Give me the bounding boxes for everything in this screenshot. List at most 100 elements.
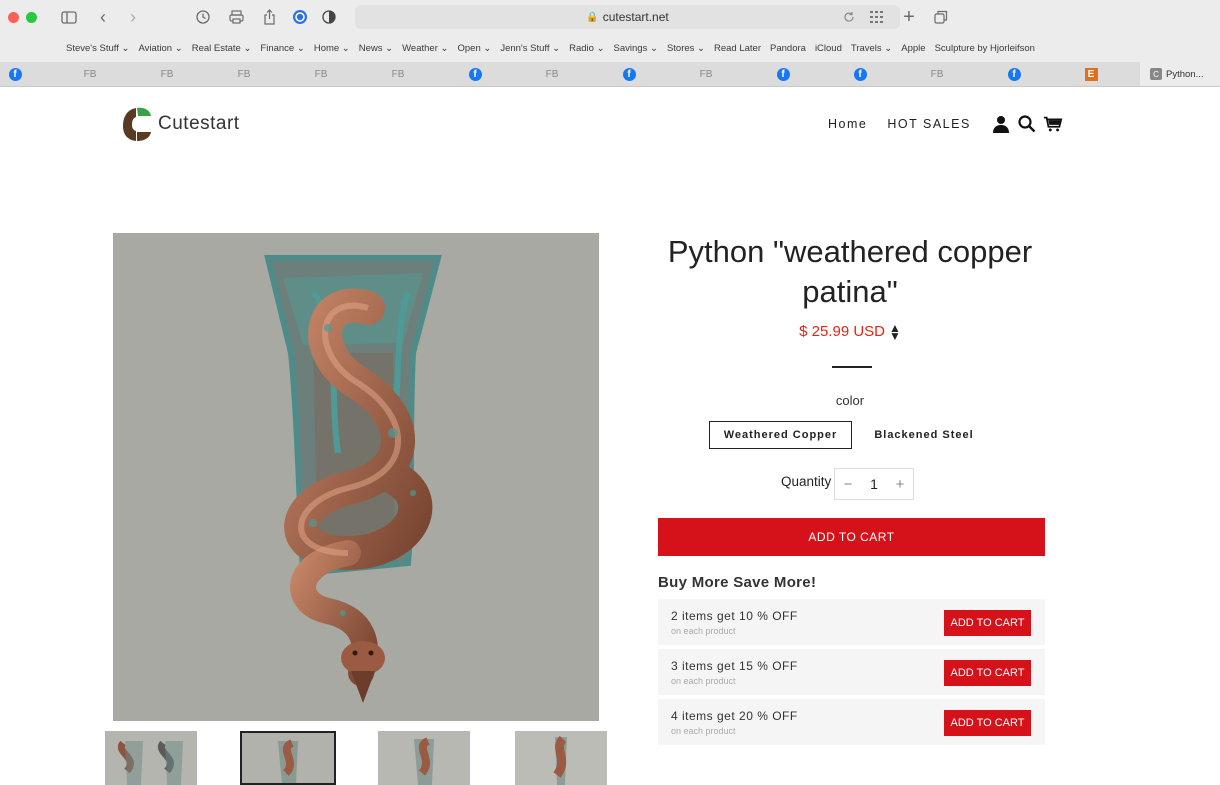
- sidebar-icon[interactable]: [58, 6, 80, 28]
- site-nav: Home HOT SALES: [828, 114, 1069, 134]
- bundle-tier-subtitle: on each product: [671, 626, 736, 636]
- tab-facebook[interactable]: f: [0, 62, 30, 86]
- tab-fb[interactable]: FB: [522, 62, 582, 86]
- bookmark-real-estate[interactable]: Real Estate ⌄: [192, 43, 252, 54]
- reload-icon[interactable]: [838, 6, 860, 28]
- tab-fb[interactable]: FB: [60, 62, 120, 86]
- bundle-add-to-cart-button[interactable]: ADD TO CART: [944, 710, 1031, 736]
- currency-toggle-icon: ▲ ▼: [889, 320, 901, 343]
- facebook-icon: f: [853, 67, 867, 81]
- quantity-decrease-button[interactable]: −: [835, 476, 861, 493]
- nav-home[interactable]: Home: [828, 117, 867, 131]
- back-icon[interactable]: ‹: [92, 6, 114, 28]
- bundle-tier-title: 3 items get 15 % OFF: [671, 659, 798, 673]
- quantity-increase-button[interactable]: +: [887, 476, 913, 493]
- product-thumbnail[interactable]: [515, 731, 607, 785]
- product-thumbnail-selected[interactable]: [240, 731, 336, 785]
- tab-active-label: Python...: [1166, 68, 1204, 80]
- tab-fb[interactable]: FB: [676, 62, 736, 86]
- address-bar[interactable]: 🔒 cutestart.net: [355, 5, 900, 29]
- bookmark-pandora[interactable]: Pandora: [770, 43, 806, 54]
- site-favicon-icon: C: [1150, 68, 1162, 80]
- privacy-shield-icon[interactable]: [318, 6, 340, 28]
- bookmark-icloud[interactable]: iCloud: [815, 43, 842, 54]
- currency-selector[interactable]: $ 25.99 USD ▲ ▼: [799, 320, 901, 343]
- bundle-tier: 4 items get 20 % OFF on each product ADD…: [658, 699, 1045, 745]
- search-icon[interactable]: [1017, 114, 1037, 134]
- product-thumbnail[interactable]: [105, 731, 197, 785]
- bookmark-home[interactable]: Home ⌄: [314, 43, 350, 54]
- bundle-add-to-cart-button[interactable]: ADD TO CART: [944, 660, 1031, 686]
- nav-hot-sales[interactable]: HOT SALES: [887, 117, 970, 131]
- tab-fb[interactable]: FB: [907, 62, 967, 86]
- add-to-cart-button[interactable]: ADD TO CART: [658, 518, 1045, 556]
- tab-facebook[interactable]: f: [445, 62, 505, 86]
- quantity-label: Quantity: [781, 474, 832, 489]
- tab-facebook[interactable]: f: [753, 62, 813, 86]
- facebook-icon: f: [622, 67, 636, 81]
- tab-overview-grid-icon[interactable]: [866, 6, 888, 28]
- bookmark-read-later[interactable]: Read Later: [714, 43, 761, 54]
- logo-text: Cutestart: [158, 113, 240, 134]
- password-manager-icon[interactable]: [289, 6, 311, 28]
- product-thumbnail[interactable]: [378, 731, 470, 785]
- bookmark-sculpture[interactable]: Sculpture by Hjorleifson: [935, 43, 1035, 54]
- bookmark-weather[interactable]: Weather ⌄: [402, 43, 448, 54]
- lock-icon: 🔒: [586, 11, 599, 23]
- bookmark-savings[interactable]: Savings ⌄: [614, 43, 658, 54]
- tab-fb[interactable]: FB: [368, 62, 428, 86]
- bookmark-finance[interactable]: Finance ⌄: [260, 43, 304, 54]
- user-icon[interactable]: [991, 114, 1011, 134]
- bundle-tier: 2 items get 10 % OFF on each product ADD…: [658, 599, 1045, 645]
- title-divider: [832, 366, 872, 368]
- logo-mark-icon: [122, 106, 152, 142]
- bundle-tier: 3 items get 15 % OFF on each product ADD…: [658, 649, 1045, 695]
- quantity-value[interactable]: 1: [861, 476, 887, 492]
- bundle-tier-subtitle: on each product: [671, 726, 736, 736]
- bookmark-apple[interactable]: Apple: [901, 43, 925, 54]
- color-option-weathered-copper[interactable]: Weathered Copper: [709, 421, 852, 449]
- facebook-icon: f: [8, 67, 22, 81]
- site-logo[interactable]: Cutestart: [122, 106, 240, 142]
- product-main-image[interactable]: [113, 233, 599, 721]
- tab-strip: f FB FB FB FB FB f FB f FB f f FB f E C …: [0, 62, 1220, 87]
- bookmark-steves-stuff[interactable]: Steve's Stuff ⌄: [66, 43, 129, 54]
- tab-facebook[interactable]: f: [599, 62, 659, 86]
- facebook-icon: f: [468, 67, 482, 81]
- tab-facebook[interactable]: f: [984, 62, 1044, 86]
- bookmark-aviation[interactable]: Aviation ⌄: [138, 43, 182, 54]
- color-option-blackened-steel[interactable]: Blackened Steel: [862, 421, 986, 449]
- bookmark-news[interactable]: News ⌄: [359, 43, 393, 54]
- new-tab-icon[interactable]: +: [898, 6, 920, 28]
- color-label: color: [835, 393, 865, 408]
- url-text: cutestart.net: [602, 10, 669, 24]
- quantity-stepper: − 1 +: [834, 468, 914, 500]
- tab-fb[interactable]: FB: [214, 62, 274, 86]
- facebook-icon: f: [1007, 67, 1021, 81]
- show-all-tabs-icon[interactable]: [930, 6, 952, 28]
- bundle-tier-title: 4 items get 20 % OFF: [671, 709, 798, 723]
- browser-toolbar: ‹ › 🔒 cutestart.net +: [0, 0, 1220, 34]
- cart-icon[interactable]: [1043, 114, 1063, 134]
- product-title: Python "weathered copper patina": [667, 234, 1033, 309]
- tab-active-python[interactable]: C Python...: [1140, 62, 1220, 86]
- etsy-icon: E: [1084, 67, 1098, 81]
- window-zoom-button[interactable]: [26, 12, 37, 23]
- bookmark-radio[interactable]: Radio ⌄: [569, 43, 604, 54]
- tab-facebook[interactable]: f: [830, 62, 890, 86]
- facebook-icon: f: [776, 67, 790, 81]
- share-icon[interactable]: [258, 6, 280, 28]
- bookmark-stores[interactable]: Stores ⌄: [667, 43, 705, 54]
- bookmark-jenns-stuff[interactable]: Jenn's Stuff ⌄: [500, 43, 560, 54]
- forward-icon[interactable]: ›: [122, 6, 144, 28]
- bundle-heading: Buy More Save More!: [658, 574, 817, 591]
- bundle-add-to-cart-button[interactable]: ADD TO CART: [944, 610, 1031, 636]
- tab-fb[interactable]: FB: [291, 62, 351, 86]
- bookmark-open[interactable]: Open ⌄: [457, 43, 491, 54]
- history-icon[interactable]: [192, 6, 214, 28]
- tab-fb[interactable]: FB: [137, 62, 197, 86]
- window-close-button[interactable]: [8, 12, 19, 23]
- tab-etsy[interactable]: E: [1061, 62, 1121, 86]
- bookmark-travels[interactable]: Travels ⌄: [851, 43, 892, 54]
- print-icon[interactable]: [225, 6, 247, 28]
